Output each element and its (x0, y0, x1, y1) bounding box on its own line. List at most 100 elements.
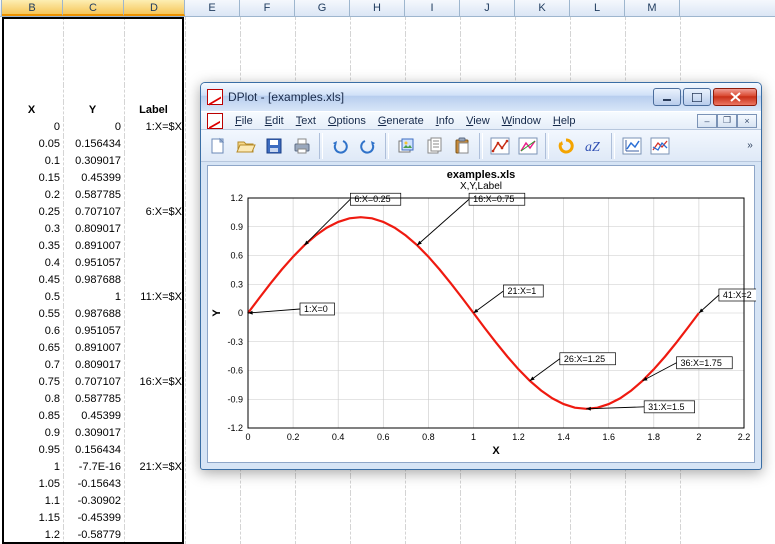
menu-file[interactable]: File (229, 113, 259, 129)
cell[interactable] (461, 476, 516, 493)
cell[interactable]: 0.65 (3, 340, 64, 357)
cell[interactable] (241, 527, 296, 544)
cell[interactable]: 0.951057 (64, 255, 125, 272)
cell[interactable] (125, 136, 186, 153)
cell[interactable] (406, 527, 461, 544)
cell[interactable] (571, 510, 626, 527)
cell[interactable] (241, 510, 296, 527)
cell[interactable] (3, 34, 64, 51)
cell[interactable] (571, 51, 626, 68)
cell[interactable] (406, 17, 461, 34)
cell[interactable] (186, 476, 241, 493)
cell[interactable]: 0.35 (3, 238, 64, 255)
cell[interactable] (296, 17, 351, 34)
cell[interactable]: 0.891007 (64, 238, 125, 255)
cell[interactable] (626, 527, 681, 544)
cell[interactable]: 0.45 (3, 272, 64, 289)
cell[interactable] (125, 170, 186, 187)
cell[interactable]: 0.3 (3, 221, 64, 238)
toolbar-overflow-button[interactable]: » (743, 140, 757, 151)
cell[interactable]: 0.4 (3, 255, 64, 272)
cell[interactable] (351, 17, 406, 34)
menu-help[interactable]: Help (547, 113, 582, 129)
color-cycle-button[interactable] (553, 133, 579, 159)
cell[interactable]: 0.45399 (64, 408, 125, 425)
cell[interactable]: 0.8 (3, 391, 64, 408)
cell[interactable]: 1.15 (3, 510, 64, 527)
plot-area[interactable]: examples.xls X,Y,Label 00.20.40.60.811.2… (207, 165, 755, 463)
col-header-b[interactable]: B (2, 0, 63, 16)
cell[interactable]: 0.987688 (64, 306, 125, 323)
redo-button[interactable] (355, 133, 381, 159)
col-header-c[interactable]: C (63, 0, 124, 16)
cell[interactable] (516, 17, 571, 34)
cell[interactable]: 0.55 (3, 306, 64, 323)
cell[interactable] (461, 51, 516, 68)
cell[interactable] (461, 527, 516, 544)
cell[interactable] (461, 17, 516, 34)
cell[interactable]: 1 (3, 459, 64, 476)
maximize-button[interactable] (683, 88, 711, 106)
col-header-d[interactable]: D (124, 0, 185, 16)
cell[interactable] (125, 527, 186, 544)
cell[interactable]: 0.05 (3, 136, 64, 153)
italic-az-button[interactable]: aZ (581, 133, 607, 159)
cell[interactable] (125, 425, 186, 442)
cell[interactable]: 0.1 (3, 153, 64, 170)
cell[interactable]: 0.987688 (64, 272, 125, 289)
cell[interactable] (64, 68, 125, 85)
cell[interactable] (516, 493, 571, 510)
col-header-m[interactable]: M (625, 0, 680, 16)
save-button[interactable] (261, 133, 287, 159)
symbol-style-button[interactable] (515, 133, 541, 159)
cell[interactable] (125, 493, 186, 510)
cell[interactable] (125, 153, 186, 170)
cell[interactable] (296, 493, 351, 510)
cell[interactable] (125, 306, 186, 323)
cell[interactable] (351, 476, 406, 493)
col-header-f[interactable]: F (240, 0, 295, 16)
cell[interactable] (64, 85, 125, 102)
cell[interactable] (516, 476, 571, 493)
cell[interactable] (125, 357, 186, 374)
cell[interactable]: X (3, 102, 64, 119)
cell[interactable]: 11:X=$X (125, 289, 186, 306)
multi-plot-button[interactable] (647, 133, 673, 159)
cell[interactable]: 0 (64, 119, 125, 136)
cell[interactable] (3, 17, 64, 34)
cell[interactable]: 0.15 (3, 170, 64, 187)
cell[interactable] (626, 493, 681, 510)
cell[interactable] (516, 510, 571, 527)
xy-plot-button[interactable] (619, 133, 645, 159)
cell[interactable]: 0.891007 (64, 340, 125, 357)
cell[interactable]: 0.2 (3, 187, 64, 204)
menu-generate[interactable]: Generate (372, 113, 430, 129)
cell[interactable] (626, 34, 681, 51)
cell[interactable] (125, 187, 186, 204)
cell[interactable] (125, 442, 186, 459)
col-header-k[interactable]: K (515, 0, 570, 16)
cell[interactable]: 0.809017 (64, 221, 125, 238)
cell[interactable]: 0.156434 (64, 442, 125, 459)
cell[interactable] (406, 476, 461, 493)
cell[interactable] (125, 221, 186, 238)
cell[interactable] (296, 527, 351, 544)
cell[interactable] (571, 34, 626, 51)
cell[interactable] (296, 510, 351, 527)
cell[interactable]: -0.30902 (64, 493, 125, 510)
cell[interactable]: 0.7 (3, 357, 64, 374)
menu-text[interactable]: Text (290, 113, 322, 129)
cell[interactable] (125, 85, 186, 102)
cell[interactable] (125, 255, 186, 272)
cell[interactable] (241, 34, 296, 51)
line-style-button[interactable] (487, 133, 513, 159)
cell[interactable] (186, 493, 241, 510)
cell[interactable] (186, 510, 241, 527)
open-button[interactable] (233, 133, 259, 159)
cell[interactable] (125, 510, 186, 527)
cell[interactable]: 1.2 (3, 527, 64, 544)
cell[interactable] (186, 51, 241, 68)
cell[interactable] (186, 34, 241, 51)
cell[interactable]: 0.6 (3, 323, 64, 340)
cell[interactable]: 0.707107 (64, 374, 125, 391)
